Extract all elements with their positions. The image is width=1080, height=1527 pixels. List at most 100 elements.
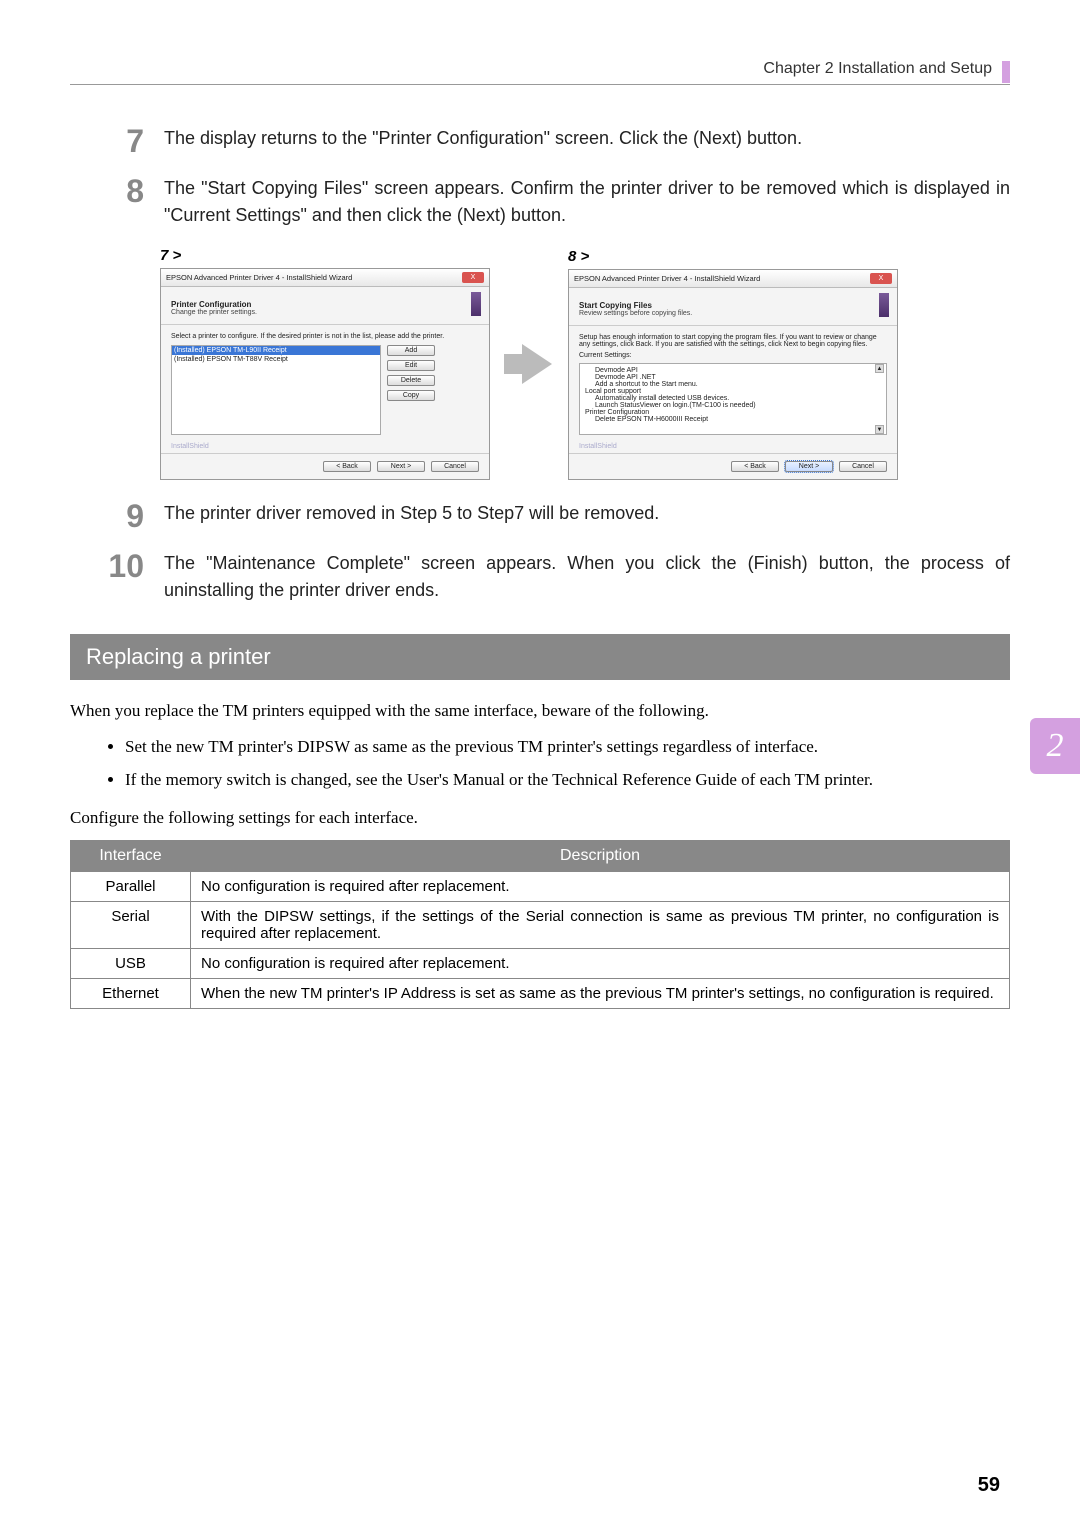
installshield-label: InstallShield (161, 443, 489, 453)
installshield-label: InstallShield (569, 443, 897, 453)
back-button[interactable]: < Back (731, 461, 779, 472)
dialog-printer-configuration: EPSON Advanced Printer Driver 4 - Instal… (160, 268, 490, 480)
dialog-start-copying: EPSON Advanced Printer Driver 4 - Instal… (568, 269, 898, 480)
settings-textarea[interactable]: ▲ ▼ Devmode API Devmode API .NET Add a s… (579, 363, 887, 435)
back-button[interactable]: < Back (323, 461, 371, 472)
step-text: The "Start Copying Files" screen appears… (164, 175, 1010, 229)
side-tab-number: 2 (1047, 727, 1064, 765)
arrow-icon (504, 344, 554, 384)
dialog-titlebar: EPSON Advanced Printer Driver 4 - Instal… (161, 269, 489, 287)
table-cell-description: No configuration is required after repla… (191, 949, 1010, 979)
bullet-item: If the memory switch is changed, see the… (125, 767, 1010, 793)
cancel-button[interactable]: Cancel (431, 461, 479, 472)
table-row: Ethernet When the new TM printer's IP Ad… (71, 979, 1010, 1009)
printer-list-item-selected[interactable]: (Installed) EPSON TM-L90II Receipt (172, 346, 380, 355)
table-cell-interface: Serial (71, 902, 191, 949)
settings-line: Launch StatusViewer on login.(TM-C100 is… (585, 402, 881, 409)
dialog-title: EPSON Advanced Printer Driver 4 - Instal… (574, 274, 760, 283)
table-cell-description: When the new TM printer's IP Address is … (191, 979, 1010, 1009)
printer-config-row: (Installed) EPSON TM-L90II Receipt (Inst… (171, 345, 479, 435)
settings-line: Delete EPSON TM-H6000III Receipt (585, 416, 881, 423)
dialog-header-band: Printer Configuration Change the printer… (161, 287, 489, 325)
settings-line: Devmode API (585, 367, 881, 374)
printer-list-item[interactable]: (Installed) EPSON TM-T88V Receipt (172, 355, 380, 364)
settings-line: Automatically install detected USB devic… (585, 395, 881, 402)
screenshot-7-block: 7 > EPSON Advanced Printer Driver 4 - In… (160, 247, 490, 480)
page-number: 59 (978, 1474, 1000, 1497)
step-7: 7 The display returns to the "Printer Co… (100, 125, 1010, 157)
section-intro-text: When you replace the TM printers equippe… (70, 698, 1010, 724)
scroll-down-icon[interactable]: ▼ (875, 425, 884, 434)
step-text: The "Maintenance Complete" screen appear… (164, 550, 1010, 604)
table-header-description: Description (191, 841, 1010, 872)
settings-line: Local port support (585, 388, 881, 395)
table-cell-description: No configuration is required after repla… (191, 872, 1010, 902)
steps-list: 7 The display returns to the "Printer Co… (100, 125, 1010, 229)
screenshot-row: 7 > EPSON Advanced Printer Driver 4 - In… (160, 247, 1010, 480)
band-title: Printer Configuration (171, 300, 257, 309)
table-header-interface: Interface (71, 841, 191, 872)
config-instruction-text: Configure the following settings for eac… (70, 805, 1010, 831)
chapter-side-tab: 2 (1030, 718, 1080, 774)
add-button[interactable]: Add (387, 345, 435, 356)
bullet-item: Set the new TM printer's DIPSW as same a… (125, 734, 1010, 760)
next-button[interactable]: Next > (377, 461, 425, 472)
band-subtitle: Change the printer settings. (171, 309, 257, 316)
step-9: 9 The printer driver removed in Step 5 t… (100, 500, 1010, 532)
printer-button-column: Add Edit Delete Copy (387, 345, 435, 435)
band-text: Printer Configuration Change the printer… (171, 300, 257, 316)
section-heading-replacing-printer: Replacing a printer (70, 634, 1010, 680)
dialog-instruction: Select a printer to configure. If the de… (171, 333, 479, 340)
dialog-body: Select a printer to configure. If the de… (161, 325, 489, 443)
band-text: Start Copying Files Review settings befo… (579, 301, 692, 317)
interface-config-table: Interface Description Parallel No config… (70, 840, 1010, 1009)
dialog-footer: < Back Next > Cancel (569, 453, 897, 479)
chapter-header-wrap: Chapter 2 Installation and Setup (70, 60, 1010, 84)
edit-button[interactable]: Edit (387, 360, 435, 371)
step-10: 10 The "Maintenance Complete" screen app… (100, 550, 1010, 604)
settings-line: Printer Configuration (585, 409, 881, 416)
scroll-up-icon[interactable]: ▲ (875, 364, 884, 373)
current-settings-label: Current Settings: (579, 352, 887, 359)
next-button[interactable]: Next > (785, 461, 833, 472)
close-icon[interactable]: X (462, 272, 484, 283)
chapter-accent-bar (1002, 61, 1010, 83)
steps-list-continued: 9 The printer driver removed in Step 5 t… (100, 500, 1010, 604)
table-cell-interface: Ethernet (71, 979, 191, 1009)
step-text: The display returns to the "Printer Conf… (164, 125, 1010, 152)
dialog-titlebar: EPSON Advanced Printer Driver 4 - Instal… (569, 270, 897, 288)
dialog-title: EPSON Advanced Printer Driver 4 - Instal… (166, 273, 352, 282)
table-row: USB No configuration is required after r… (71, 949, 1010, 979)
band-swatch (879, 293, 889, 317)
cancel-button[interactable]: Cancel (839, 461, 887, 472)
band-swatch (471, 292, 481, 316)
screenshot-8-block: 8 > EPSON Advanced Printer Driver 4 - In… (568, 248, 898, 480)
printer-list[interactable]: (Installed) EPSON TM-L90II Receipt (Inst… (171, 345, 381, 435)
dialog-header-band: Start Copying Files Review settings befo… (569, 288, 897, 326)
band-title: Start Copying Files (579, 301, 692, 310)
copy-button[interactable]: Copy (387, 390, 435, 401)
delete-button[interactable]: Delete (387, 375, 435, 386)
bullet-list: Set the new TM printer's DIPSW as same a… (125, 734, 1010, 793)
top-divider (70, 84, 1010, 85)
dialog-paragraph: Setup has enough information to start co… (579, 334, 887, 348)
step-8: 8 The "Start Copying Files" screen appea… (100, 175, 1010, 229)
dialog-body: Setup has enough information to start co… (569, 326, 897, 443)
table-cell-interface: Parallel (71, 872, 191, 902)
table-row: Parallel No configuration is required af… (71, 872, 1010, 902)
screenshot-label-7: 7 > (160, 247, 490, 264)
table-row: Serial With the DIPSW settings, if the s… (71, 902, 1010, 949)
chapter-header: Chapter 2 Installation and Setup (763, 60, 992, 78)
dialog-footer: < Back Next > Cancel (161, 453, 489, 479)
step-number: 7 (100, 125, 144, 157)
table-cell-interface: USB (71, 949, 191, 979)
settings-line: Devmode API .NET (585, 374, 881, 381)
step-number: 8 (100, 175, 144, 207)
step-text: The printer driver removed in Step 5 to … (164, 500, 1010, 527)
step-number: 9 (100, 500, 144, 532)
step-number: 10 (100, 550, 144, 582)
screenshot-label-8: 8 > (568, 248, 898, 265)
table-cell-description: With the DIPSW settings, if the settings… (191, 902, 1010, 949)
close-icon[interactable]: X (870, 273, 892, 284)
settings-line: Add a shortcut to the Start menu. (585, 381, 881, 388)
